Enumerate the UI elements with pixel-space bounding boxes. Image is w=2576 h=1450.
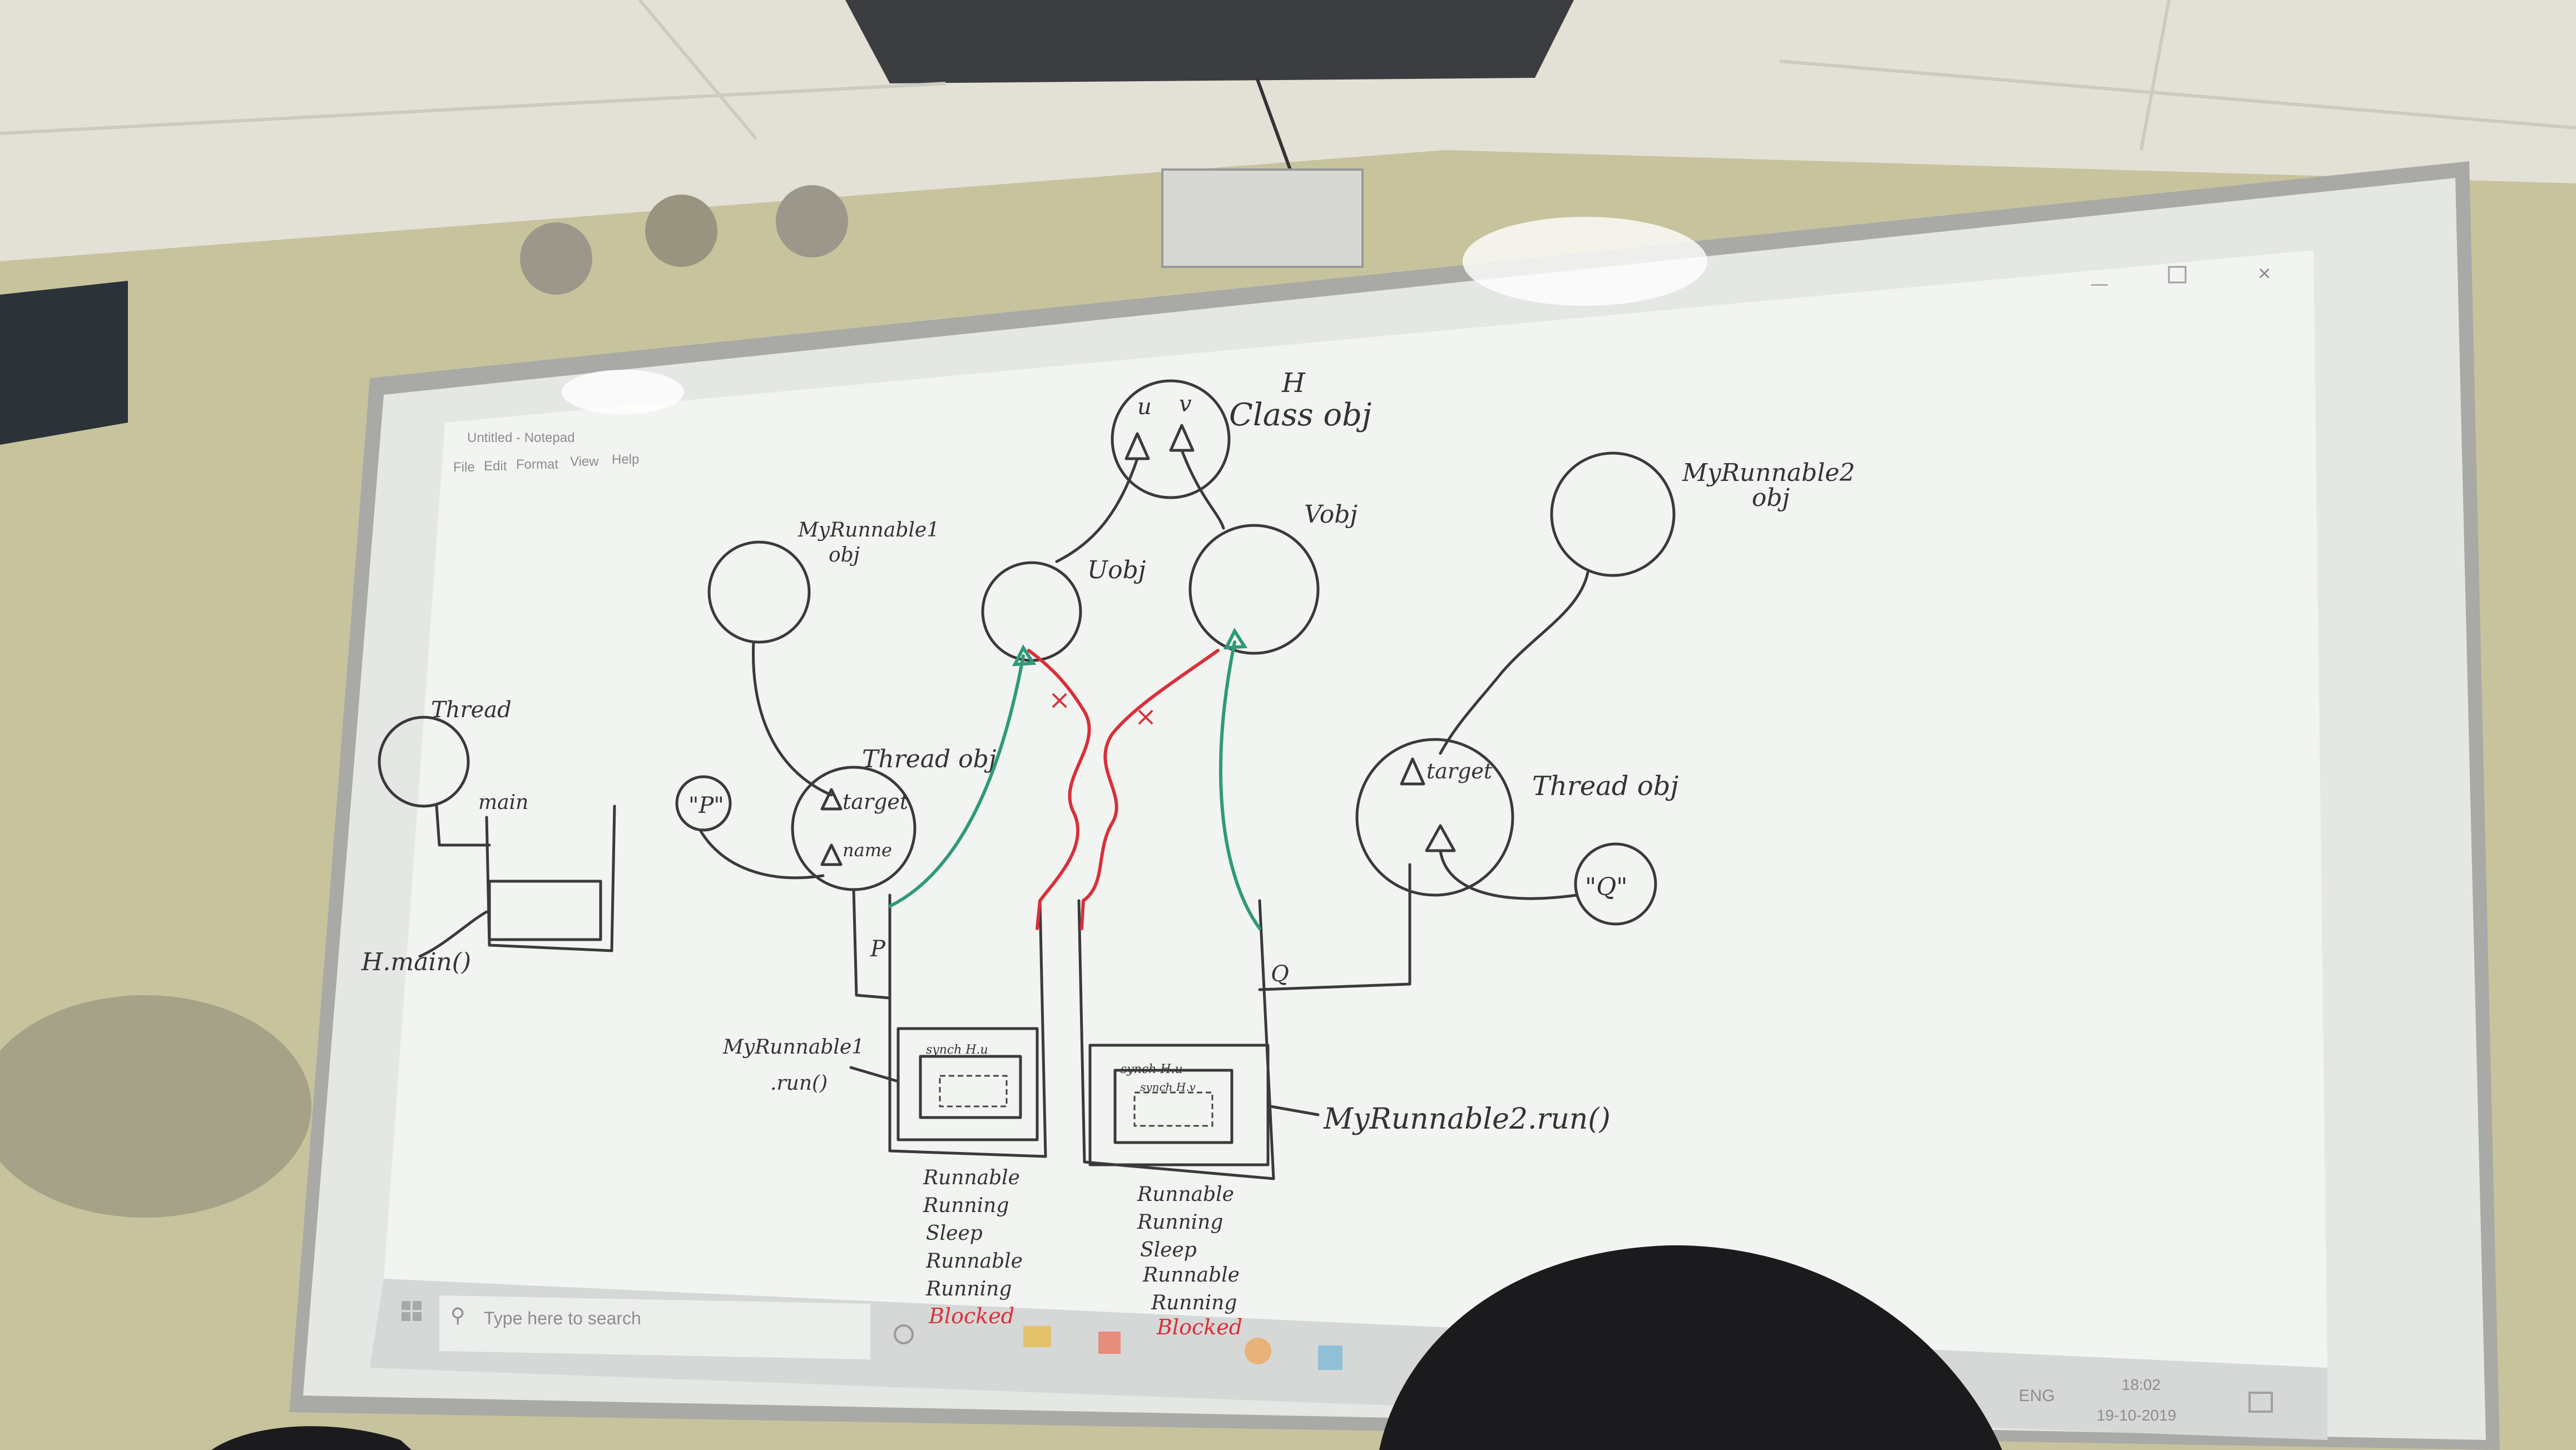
app-icon[interactable] (1318, 1345, 1343, 1370)
run2-frame-text: synch H.u (1121, 1062, 1183, 1076)
menu-edit[interactable]: Edit (484, 459, 507, 474)
wall-speaker (776, 185, 848, 257)
name-p-value: "P" (688, 793, 724, 818)
run1-label-run: .run() (770, 1072, 828, 1095)
class-obj-label: Class obj (1229, 397, 1371, 433)
state-right-3: Sleep (1140, 1239, 1197, 1262)
stack-p-label: P (870, 936, 886, 962)
notepad-title: Untitled - Notepad (467, 430, 574, 445)
wall-speaker (520, 222, 592, 295)
state-left-1: Runnable (923, 1166, 1020, 1189)
search-icon: ⚲ (450, 1304, 465, 1327)
state-right-blocked: Blocked (1156, 1315, 1242, 1339)
runnable1-obj-label: MyRunnable1 (797, 519, 939, 542)
state-left-5: Running (925, 1278, 1012, 1300)
menu-file[interactable]: File (453, 460, 475, 475)
main-thread-label: Thread (431, 697, 512, 723)
state-left-4: Runnable (925, 1250, 1023, 1273)
window-minimize-icon[interactable]: — (2091, 275, 2108, 293)
class-obj-badge: H (1281, 368, 1306, 399)
taskbar-search-placeholder[interactable]: Type here to search (484, 1308, 641, 1328)
state-right-4: Runnable (1142, 1264, 1240, 1287)
thread-obj-left-name: name (843, 840, 892, 861)
run1-label: MyRunnable1 (722, 1036, 864, 1059)
main-frame-label: H.main() (361, 948, 471, 976)
run2-label: MyRunnable2.run() (1323, 1103, 1611, 1136)
u-obj-label: Uobj (1087, 556, 1146, 584)
file-explorer-icon[interactable] (1023, 1326, 1051, 1347)
ceiling-vent (845, 0, 1574, 83)
thread-obj-left-target: target (843, 789, 909, 814)
stack-q-label: Q (1271, 961, 1289, 987)
menu-view[interactable]: View (570, 454, 599, 469)
tray-date: 19-10-2019 (2097, 1407, 2176, 1424)
state-left-2: Running (923, 1194, 1009, 1217)
state-right-2: Running (1137, 1211, 1223, 1234)
main-stack-label: main (478, 791, 528, 814)
runnable1-obj-sublabel: obj (829, 544, 860, 567)
menu-format[interactable]: Format (516, 457, 558, 472)
wall-speaker (645, 195, 717, 267)
state-left-blocked: Blocked (928, 1304, 1014, 1328)
menu-help[interactable]: Help (612, 452, 639, 467)
wall-panel (0, 281, 128, 445)
runnable2-obj-sublabel: obj (1752, 484, 1790, 512)
run1-frame-text: synch H.u (926, 1043, 988, 1057)
chrome-icon[interactable] (1245, 1338, 1271, 1364)
classroom-photo: Untitled - Notepad File Edit Format View… (0, 0, 2576, 1450)
light-glare (1463, 217, 1707, 306)
red-cross-left: × (1048, 684, 1071, 716)
window-close-icon[interactable]: × (2258, 261, 2271, 286)
v-obj-label: Vobj (1304, 500, 1358, 529)
thread-obj-left-label: Thread obj (862, 745, 996, 773)
app-icon[interactable] (1098, 1332, 1121, 1354)
field-v-label: v (1179, 391, 1192, 417)
name-q-value: "Q" (1585, 873, 1628, 901)
run2-frame-text2: synch H.v (1140, 1080, 1196, 1094)
state-right-1: Runnable (1137, 1183, 1234, 1206)
tray-language: ENG (2019, 1387, 2055, 1405)
field-u-label: u (1137, 394, 1152, 420)
tray-time: 18:02 (2122, 1376, 2161, 1393)
thread-obj-right-label: Thread obj (1532, 771, 1679, 802)
thread-obj-right-target: target (1426, 759, 1493, 783)
projector (1161, 168, 1364, 268)
red-cross-right: × (1135, 701, 1157, 732)
runnable2-obj-label: MyRunnable2 (1682, 459, 1855, 487)
state-left-3: Sleep (926, 1222, 983, 1245)
light-glare (562, 370, 684, 414)
state-right-5: Running (1151, 1292, 1237, 1314)
